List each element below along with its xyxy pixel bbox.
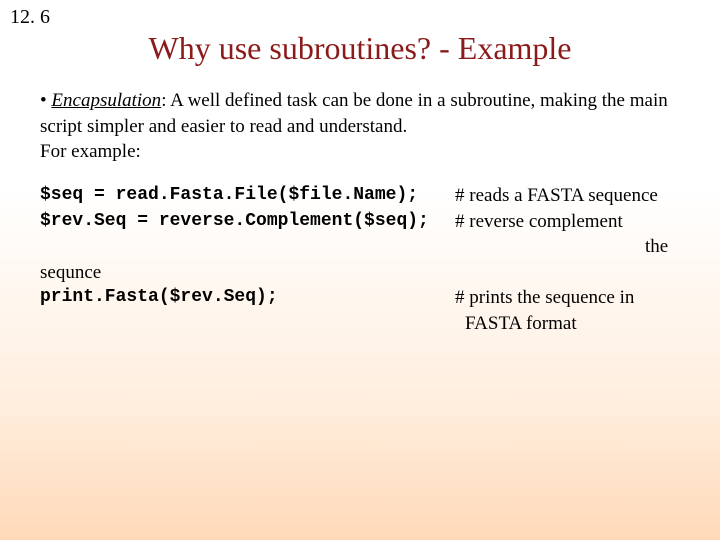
code-comment-cont: sequnce <box>40 262 101 283</box>
code-line-2b: the <box>40 234 690 260</box>
code-comment: # reads a FASTA sequence <box>455 183 690 209</box>
code-text: print.Fasta($rev.Seq); <box>40 285 278 311</box>
code-text: $seq = read.Fasta.File($file.Name); <box>40 183 418 209</box>
content-area: • Encapsulation: A well defined task can… <box>40 88 690 337</box>
definition-paragraph: • Encapsulation: A well defined task can… <box>40 88 690 165</box>
slide-title: Why use subroutines? - Example <box>0 30 720 67</box>
bullet: • <box>40 90 47 111</box>
code-line-3a: sequnce <box>40 260 690 286</box>
definition-term: Encapsulation <box>51 90 161 111</box>
code-comment: # prints the sequence in <box>455 285 690 311</box>
code-comment-cont: FASTA format <box>465 311 690 337</box>
code-line-2: $rev.Seq = reverse.Complement($seq); # r… <box>40 209 690 235</box>
code-text: $rev.Seq = reverse.Complement($seq); <box>40 209 429 235</box>
code-comment-cont: the <box>645 234 690 260</box>
code-line-1: $seq = read.Fasta.File($file.Name); # re… <box>40 183 690 209</box>
code-block: $seq = read.Fasta.File($file.Name); # re… <box>40 183 690 337</box>
code-comment: # reverse complement <box>455 209 690 235</box>
page-number: 12. 6 <box>10 6 50 29</box>
code-line-5: FASTA format <box>40 311 690 337</box>
code-line-4: print.Fasta($rev.Seq); # prints the sequ… <box>40 285 690 311</box>
for-example-label: For example: <box>40 141 141 162</box>
